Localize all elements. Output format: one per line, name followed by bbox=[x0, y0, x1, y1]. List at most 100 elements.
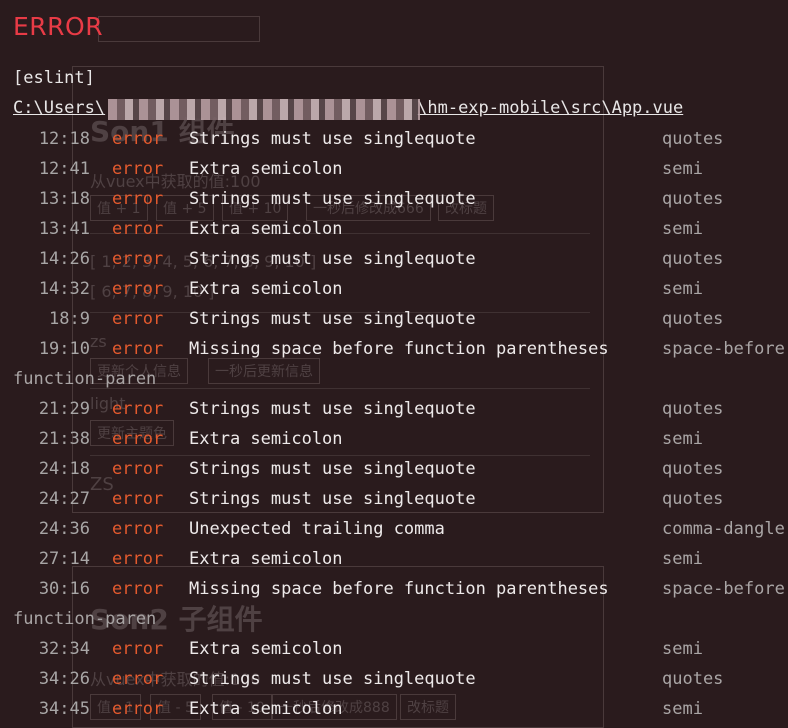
error-severity: error bbox=[112, 639, 164, 659]
error-row: 21:29 error Strings must use singlequote qu… bbox=[0, 394, 788, 424]
error-rule: quotes bbox=[662, 669, 724, 689]
error-row: 30:16 error Missing space before function … bbox=[0, 574, 788, 634]
error-severity: error bbox=[112, 519, 164, 539]
error-severity: error bbox=[112, 549, 164, 569]
error-row: 24:18 error Strings must use singlequote qu… bbox=[0, 454, 788, 484]
error-row: 14:26 error Strings must use singlequote qu… bbox=[0, 244, 788, 274]
error-message: Extra semicolon bbox=[189, 279, 343, 299]
error-severity: error bbox=[112, 339, 164, 359]
error-rule: semi bbox=[662, 219, 703, 239]
error-severity: error bbox=[112, 159, 164, 179]
error-message: Extra semicolon bbox=[189, 429, 343, 449]
error-location: 14:26 bbox=[38, 249, 90, 269]
redacted-path-segment bbox=[108, 99, 420, 120]
title-box bbox=[98, 16, 260, 42]
error-severity: error bbox=[112, 249, 164, 269]
error-message: Strings must use singlequote bbox=[189, 129, 476, 149]
error-message-list: 12:18 error Strings must use singlequote qu… bbox=[0, 124, 788, 724]
file-path-start: C:\Users\ bbox=[13, 98, 106, 118]
error-message: Strings must use singlequote bbox=[189, 489, 476, 509]
error-rule: space-before bbox=[662, 579, 785, 599]
error-location: 24:36 bbox=[38, 519, 90, 539]
error-message: Strings must use singlequote bbox=[189, 669, 476, 689]
error-message: Strings must use singlequote bbox=[189, 249, 476, 269]
error-severity: error bbox=[112, 669, 164, 689]
error-location: 30:16 bbox=[38, 579, 90, 599]
error-row: 19:10 error Missing space before function … bbox=[0, 334, 788, 394]
error-location: 32:34 bbox=[38, 639, 90, 659]
error-rule: semi bbox=[662, 639, 703, 659]
error-row: 21:38 error Extra semicolon semi bbox=[0, 424, 788, 454]
error-message: Extra semicolon bbox=[189, 699, 343, 719]
error-message: Missing space before function parenthese… bbox=[189, 579, 609, 599]
error-location: 34:45 bbox=[38, 699, 90, 719]
error-severity: error bbox=[112, 189, 164, 209]
error-row: 24:27 error Strings must use singlequote qu… bbox=[0, 484, 788, 514]
error-severity: error bbox=[112, 279, 164, 299]
error-message: Extra semicolon bbox=[189, 159, 343, 179]
error-message: Extra semicolon bbox=[189, 549, 343, 569]
error-rule: quotes bbox=[662, 129, 724, 149]
error-source-label: [eslint] bbox=[13, 68, 95, 88]
error-rule: quotes bbox=[662, 249, 724, 269]
error-location: 34:26 bbox=[38, 669, 90, 689]
error-location: 24:27 bbox=[38, 489, 90, 509]
error-rule: quotes bbox=[662, 399, 724, 419]
file-path-end: \hm-exp-mobile\src\App.vue bbox=[417, 98, 684, 118]
error-location: 12:41 bbox=[38, 159, 90, 179]
error-location: 21:38 bbox=[38, 429, 90, 449]
error-rule: space-before bbox=[662, 339, 785, 359]
error-row: 12:41 error Extra semicolon semi bbox=[0, 154, 788, 184]
error-row: 13:18 error Strings must use singlequote qu… bbox=[0, 184, 788, 214]
error-rule: semi bbox=[662, 549, 703, 569]
error-row: 24:36 error Unexpected trailing comma comma… bbox=[0, 514, 788, 544]
error-row: 18:9 error Strings must use singlequote quo… bbox=[0, 304, 788, 334]
error-severity: error bbox=[112, 579, 164, 599]
error-severity: error bbox=[112, 459, 164, 479]
error-severity: error bbox=[112, 309, 164, 329]
error-location: 14:32 bbox=[38, 279, 90, 299]
error-location: 19:10 bbox=[38, 339, 90, 359]
error-severity: error bbox=[112, 129, 164, 149]
error-rule: semi bbox=[662, 159, 703, 179]
error-rule: quotes bbox=[662, 189, 724, 209]
error-message: Extra semicolon bbox=[189, 639, 343, 659]
error-message: Unexpected trailing comma bbox=[189, 519, 445, 539]
error-severity: error bbox=[112, 489, 164, 509]
error-rule: semi bbox=[662, 699, 703, 719]
error-row: 14:32 error Extra semicolon semi bbox=[0, 274, 788, 304]
error-severity: error bbox=[112, 399, 164, 419]
error-rule: semi bbox=[662, 279, 703, 299]
error-rule-continued: function-paren bbox=[13, 609, 157, 629]
error-location: 24:18 bbox=[38, 459, 90, 479]
error-message: Strings must use singlequote bbox=[189, 309, 476, 329]
error-location: 21:29 bbox=[38, 399, 90, 419]
error-title: ERROR bbox=[13, 12, 104, 41]
error-severity: error bbox=[112, 219, 164, 239]
error-row: 13:41 error Extra semicolon semi bbox=[0, 214, 788, 244]
error-location: 13:18 bbox=[38, 189, 90, 209]
error-row: 27:14 error Extra semicolon semi bbox=[0, 544, 788, 574]
error-message: Strings must use singlequote bbox=[189, 459, 476, 479]
error-rule: comma-dangle bbox=[662, 519, 785, 539]
error-rule: semi bbox=[662, 429, 703, 449]
error-location: 13:41 bbox=[38, 219, 90, 239]
error-message: Strings must use singlequote bbox=[189, 399, 476, 419]
error-severity: error bbox=[112, 429, 164, 449]
error-rule: quotes bbox=[662, 459, 724, 479]
error-rule: quotes bbox=[662, 489, 724, 509]
error-row: 32:34 error Extra semicolon semi bbox=[0, 634, 788, 664]
error-rule-continued: function-paren bbox=[13, 369, 157, 389]
error-location: 12:18 bbox=[38, 129, 90, 149]
error-message: Missing space before function parenthese… bbox=[189, 339, 609, 359]
error-overlay: ERROR [eslint] C:\Users\ \hm-exp-mobile\s… bbox=[0, 0, 788, 719]
error-location: 18:9 bbox=[49, 309, 90, 329]
error-row: 34:45 error Extra semicolon semi bbox=[0, 694, 788, 724]
error-rule: quotes bbox=[662, 309, 724, 329]
error-row: 12:18 error Strings must use singlequote qu… bbox=[0, 124, 788, 154]
error-message: Extra semicolon bbox=[189, 219, 343, 239]
error-message: Strings must use singlequote bbox=[189, 189, 476, 209]
error-severity: error bbox=[112, 699, 164, 719]
error-row: 34:26 error Strings must use singlequote qu… bbox=[0, 664, 788, 694]
error-location: 27:14 bbox=[38, 549, 90, 569]
